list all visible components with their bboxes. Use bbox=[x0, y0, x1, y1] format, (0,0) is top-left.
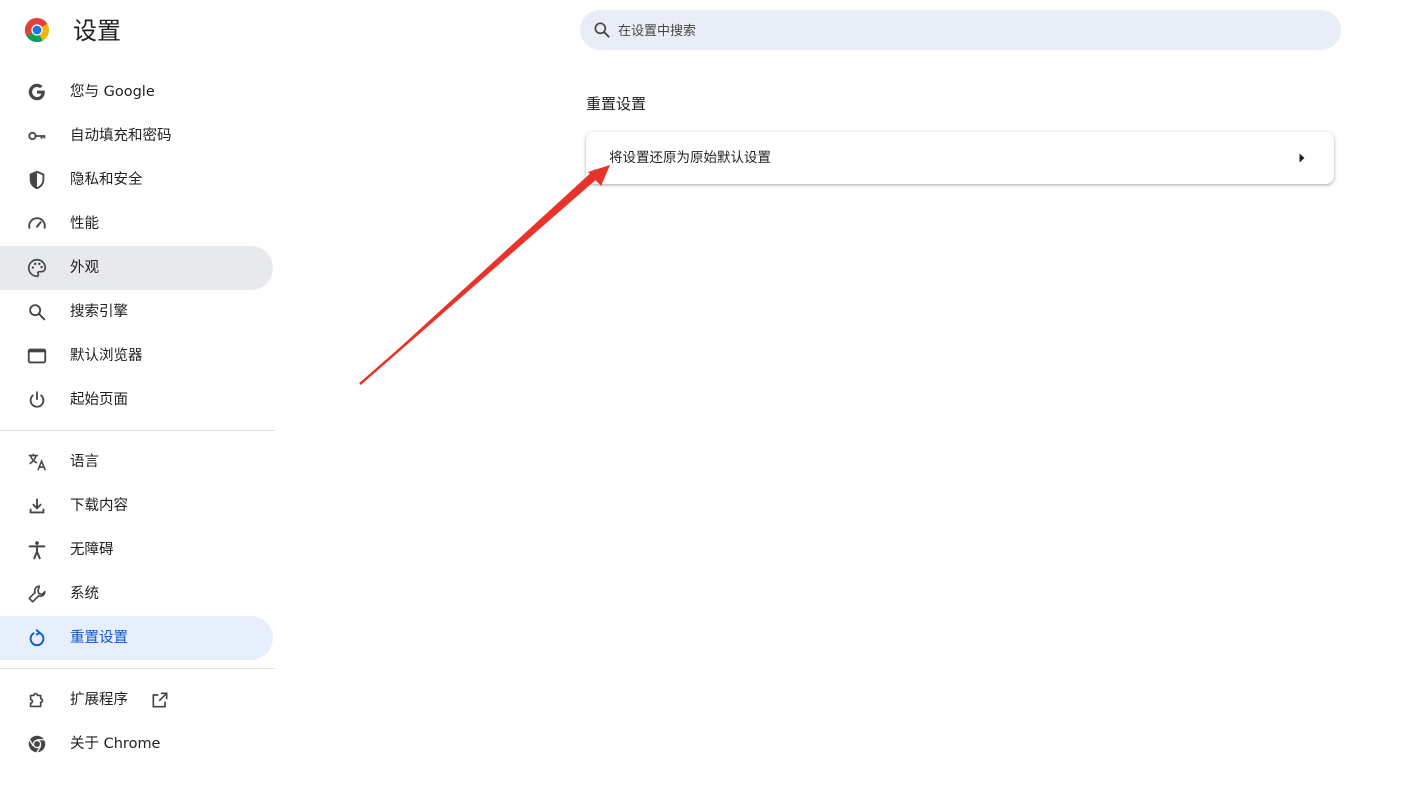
section-title: 重置设置 bbox=[586, 95, 647, 113]
translate-icon bbox=[28, 453, 46, 471]
sidebar-item-label: 搜索引擎 bbox=[70, 304, 128, 320]
sidebar-item-appearance[interactable]: 外观 bbox=[0, 246, 273, 290]
sidebar-item-search-engine[interactable]: 搜索引擎 bbox=[0, 290, 273, 334]
shield-icon bbox=[29, 170, 45, 190]
search-input[interactable] bbox=[616, 10, 1320, 52]
sidebar-item-reset-settings[interactable]: 重置设置 bbox=[0, 616, 273, 660]
sidebar-divider bbox=[0, 430, 275, 431]
sidebar-item-extensions[interactable]: 扩展程序 bbox=[0, 678, 273, 722]
sidebar-item-label: 自动填充和密码 bbox=[70, 128, 172, 144]
arrow-right-icon bbox=[1299, 153, 1305, 163]
speedometer-icon bbox=[28, 217, 46, 229]
sidebar: 您与 Google 自动填充和密码 隐私和安全 性能 外观 搜索引擎 默认浏览器… bbox=[0, 70, 275, 766]
puzzle-icon bbox=[29, 692, 44, 708]
palette-icon bbox=[28, 258, 47, 278]
sidebar-item-autofill[interactable]: 自动填充和密码 bbox=[0, 114, 273, 158]
sidebar-item-downloads[interactable]: 下载内容 bbox=[0, 484, 273, 528]
sidebar-item-label: 重置设置 bbox=[70, 630, 128, 646]
search-box[interactable] bbox=[580, 10, 1341, 52]
sidebar-item-about-chrome[interactable]: 关于 Chrome bbox=[0, 722, 273, 766]
wrench-icon bbox=[28, 585, 46, 603]
sidebar-item-performance[interactable]: 性能 bbox=[0, 202, 273, 246]
sidebar-item-label: 隐私和安全 bbox=[70, 172, 143, 188]
sidebar-item-label: 扩展程序 bbox=[70, 692, 128, 708]
download-icon bbox=[29, 498, 45, 514]
google-icon bbox=[28, 83, 45, 101]
settings-card: 将设置还原为原始默认设置 bbox=[586, 132, 1334, 184]
sidebar-item-label: 无障碍 bbox=[70, 542, 114, 558]
sidebar-item-system[interactable]: 系统 bbox=[0, 572, 273, 616]
key-icon bbox=[28, 131, 46, 141]
search-icon bbox=[594, 22, 610, 38]
restore-defaults-row[interactable]: 将设置还原为原始默认设置 bbox=[586, 132, 1334, 184]
sidebar-item-default-browser[interactable]: 默认浏览器 bbox=[0, 334, 273, 378]
sidebar-item-label: 关于 Chrome bbox=[70, 736, 161, 752]
sidebar-item-on-startup[interactable]: 起始页面 bbox=[0, 378, 273, 422]
power-icon bbox=[29, 391, 45, 408]
sidebar-item-label: 默认浏览器 bbox=[70, 348, 143, 364]
sidebar-item-label: 您与 Google bbox=[70, 84, 155, 100]
browser-window-icon bbox=[27, 348, 47, 364]
sidebar-item-languages[interactable]: 语言 bbox=[0, 440, 273, 484]
sidebar-item-label: 系统 bbox=[70, 586, 99, 602]
sidebar-item-label: 性能 bbox=[70, 216, 99, 232]
sidebar-item-label: 下载内容 bbox=[70, 498, 128, 514]
sidebar-item-privacy[interactable]: 隐私和安全 bbox=[0, 158, 273, 202]
reset-icon bbox=[29, 629, 45, 647]
sidebar-divider bbox=[0, 668, 275, 669]
search-icon bbox=[29, 304, 46, 321]
accessibility-icon bbox=[28, 541, 46, 560]
sidebar-item-you-and-google[interactable]: 您与 Google bbox=[0, 70, 273, 114]
restore-defaults-label: 将设置还原为原始默认设置 bbox=[609, 150, 771, 166]
page-title: 设置 bbox=[73, 17, 121, 45]
sidebar-item-label: 外观 bbox=[70, 260, 99, 276]
app-header: 设置 bbox=[0, 0, 1422, 62]
chrome-icon bbox=[28, 735, 46, 753]
sidebar-item-accessibility[interactable]: 无障碍 bbox=[0, 528, 273, 572]
sidebar-item-label: 起始页面 bbox=[70, 392, 128, 408]
open-in-new-icon[interactable] bbox=[150, 690, 170, 710]
sidebar-item-label: 语言 bbox=[70, 454, 99, 470]
chrome-logo-icon bbox=[24, 17, 50, 43]
